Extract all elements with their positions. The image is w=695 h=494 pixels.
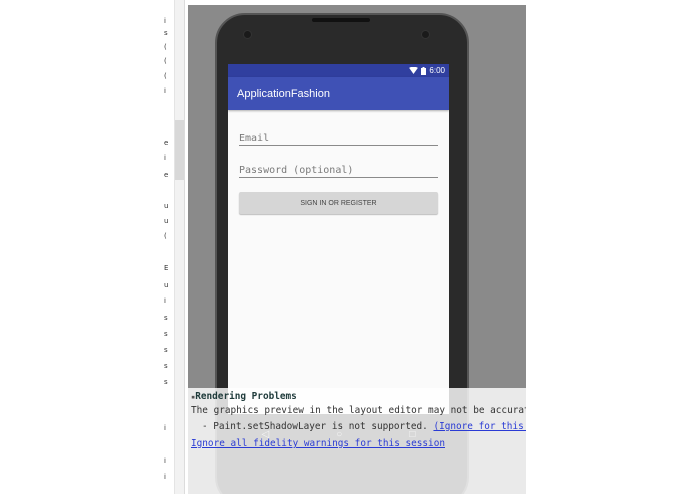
gutter-glyph: E (164, 264, 169, 272)
app-bar: ApplicationFashion (228, 77, 449, 110)
ignore-session-link[interactable]: (Ignore for this session) (433, 421, 526, 432)
gutter-glyph: i (164, 297, 166, 305)
scrollbar-thumb[interactable] (175, 120, 184, 180)
gutter-glyph: i (164, 457, 166, 465)
password-field[interactable]: Password (optional) (239, 160, 438, 178)
editor-gutter: i s ( ( ( i e i e u u ( E u i s s s s s … (162, 0, 175, 494)
gutter-glyph: ( (164, 57, 167, 65)
gutter-glyph: u (164, 217, 169, 225)
editor-scrollbar[interactable] (175, 0, 185, 494)
sign-in-button[interactable]: SIGN IN OR REGISTER (239, 192, 438, 214)
problems-title: Rendering Problems (195, 391, 297, 402)
rendering-problems-panel: ▪Rendering Problems The graphics preview… (188, 388, 526, 494)
gutter-glyph: u (164, 281, 169, 289)
gutter-glyph: i (164, 87, 166, 95)
gutter-glyph: i (164, 154, 166, 162)
problems-detail-text: - Paint.setShadowLayer is not supported. (202, 421, 428, 432)
sign-in-label: SIGN IN OR REGISTER (300, 199, 377, 207)
problems-title-row: ▪Rendering Problems (191, 391, 297, 402)
gutter-glyph: ( (164, 232, 167, 240)
gutter-glyph: ( (164, 72, 167, 80)
problems-detail: - Paint.setShadowLayer is not supported.… (202, 421, 526, 432)
gutter-glyph: i (164, 17, 166, 25)
gutter-glyph: u (164, 202, 169, 210)
app-title: ApplicationFashion (237, 87, 330, 100)
status-bar: 6:00 (228, 64, 449, 77)
gutter-glyph: s (164, 346, 168, 354)
gutter-glyph: i (164, 473, 166, 481)
email-placeholder: Email (239, 133, 270, 144)
ignore-all-link[interactable]: Ignore all fidelity warnings for this se… (191, 438, 445, 449)
gutter-glyph: s (164, 330, 168, 338)
device-speaker (312, 18, 370, 22)
device-sensor (421, 30, 430, 39)
email-field[interactable]: Email (239, 128, 438, 146)
gutter-glyph: s (164, 314, 168, 322)
status-time: 6:00 (429, 66, 445, 75)
device-camera (243, 30, 252, 39)
device-screen: 6:00 ApplicationFashion Email Password (… (228, 64, 449, 414)
gutter-glyph: s (164, 378, 168, 386)
gutter-glyph: e (164, 139, 169, 147)
problems-message: The graphics preview in the layout edito… (191, 405, 526, 416)
gutter-glyph: ( (164, 43, 167, 51)
gutter-glyph: s (164, 29, 168, 37)
password-placeholder: Password (optional) (239, 165, 354, 176)
gutter-glyph: e (164, 171, 169, 179)
wifi-icon (409, 67, 419, 74)
battery-icon (421, 66, 427, 75)
gutter-glyph: i (164, 424, 166, 432)
login-form: Email Password (optional) SIGN IN OR REG… (228, 110, 449, 214)
gutter-glyph: s (164, 362, 168, 370)
